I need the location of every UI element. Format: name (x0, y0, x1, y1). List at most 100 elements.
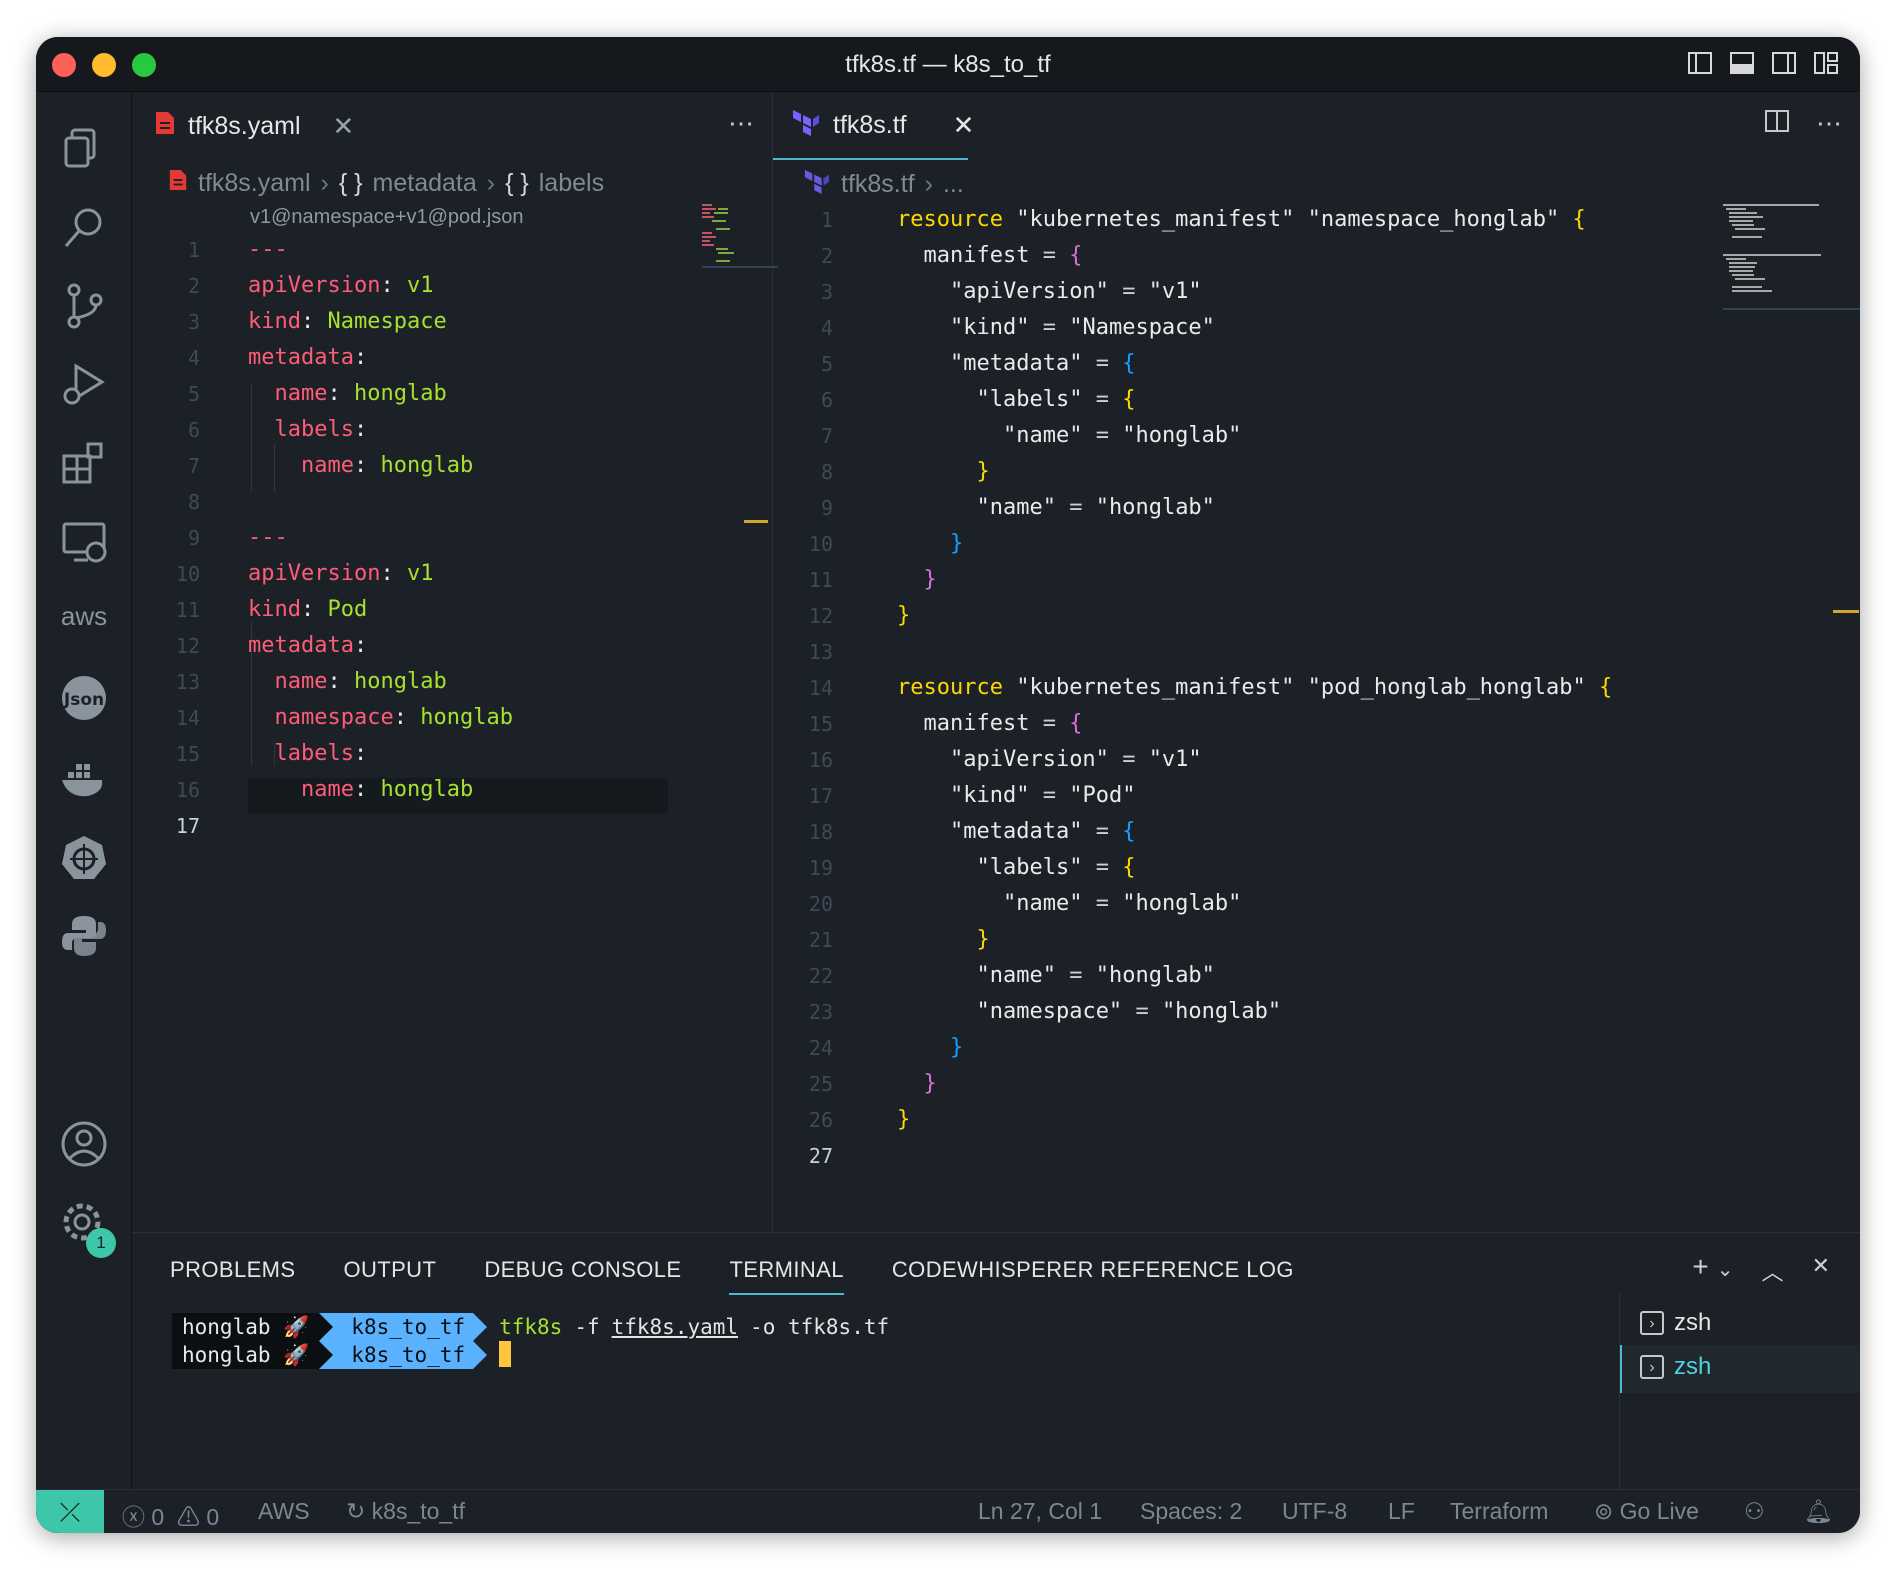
python-icon[interactable] (58, 910, 110, 962)
code-line: "metadata" = { (949, 351, 1136, 376)
code-line: namespace: honglab (274, 705, 513, 730)
chevron-down-icon[interactable]: ⌄ (1717, 1257, 1734, 1287)
kubernetes-icon[interactable] (58, 832, 110, 884)
accounts-feedback-icon[interactable]: ⚇ (1744, 1498, 1765, 1525)
command-file: tfk8s.yaml (611, 1315, 739, 1339)
tab-tfk8s-yaml[interactable]: tfk8s.yaml ✕ (136, 92, 372, 160)
breadcrumb-labels[interactable]: labels (539, 169, 604, 198)
breadcrumb-file[interactable]: tfk8s.tf (841, 170, 915, 199)
code-line: } (923, 567, 937, 592)
branch-status[interactable]: ↻ k8s_to_tf (346, 1498, 465, 1525)
terminal-name: zsh (1674, 1353, 1712, 1380)
code-line: } (923, 1071, 937, 1096)
tab-problems[interactable]: PROBLEMS (170, 1247, 295, 1295)
code-line: } (897, 1107, 911, 1132)
tab-tfk8s-tf[interactable]: tfk8s.tf ✕ (773, 92, 974, 160)
right-tab-bar: tfk8s.tf ✕ ⋯ (773, 92, 1860, 160)
tab-label: tfk8s.tf (833, 110, 907, 139)
line-number: 10 (175, 562, 200, 586)
code-line: } (976, 459, 990, 484)
yaml-file-icon (154, 110, 176, 143)
code-line: resource "kubernetes_manifest" "namespac… (897, 207, 1586, 232)
code-line: manifest = { (923, 711, 1083, 736)
new-terminal-plus-icon[interactable]: + (1692, 1251, 1708, 1287)
indentation-status[interactable]: Spaces: 2 (1140, 1498, 1242, 1525)
close-tab-icon[interactable]: ✕ (333, 111, 355, 142)
more-actions-icon[interactable]: ⋯ (728, 108, 754, 139)
search-icon[interactable] (58, 202, 110, 254)
code-line: "metadata" = { (949, 819, 1136, 844)
split-editor-icon[interactable] (1764, 108, 1790, 141)
code-line: name: honglab (274, 669, 447, 694)
go-live-label: Go Live (1619, 1498, 1699, 1524)
toggle-primary-sidebar-icon[interactable] (1686, 49, 1714, 77)
json-icon[interactable]: Json (58, 672, 110, 724)
toggle-panel-icon[interactable] (1728, 49, 1756, 77)
code-line: kind: Namespace (248, 309, 447, 334)
remote-indicator-icon[interactable]: ⤫ (36, 1490, 104, 1533)
minimap[interactable] (1723, 202, 1860, 312)
breadcrumb: tfk8s.tf › ... (803, 168, 964, 201)
code-line: "labels" = { (976, 855, 1136, 880)
command-flag: -f (574, 1315, 600, 1339)
right-editor-group: tfk8s.tf ✕ ⋯ tfk8s.tf › ... 1 2 3 4 5 6 7 8 9 10 1… (773, 92, 1860, 1270)
tab-codewhisperer-reference-log[interactable]: CODEWHISPERER REFERENCE LOG (892, 1247, 1294, 1295)
more-actions-icon[interactable]: ⋯ (1816, 108, 1842, 141)
activity-bar: aws Json 1 (36, 92, 132, 1489)
tab-output[interactable]: OUTPUT (343, 1247, 436, 1295)
terraform-file-icon (791, 108, 821, 143)
line-number: 4 (820, 316, 833, 340)
maximize-panel-chevron-up-icon[interactable]: ︿ (1762, 1255, 1784, 1287)
line-number: 13 (175, 670, 200, 694)
tab-debug-console[interactable]: DEBUG CONSOLE (484, 1247, 681, 1295)
code-line: labels: (274, 741, 368, 766)
error-count: 0 (151, 1504, 165, 1530)
line-number: 8 (187, 490, 200, 514)
command-name: tfk8s (499, 1315, 563, 1339)
panel-actions: + ⌄ ︿ ✕ (1692, 1251, 1830, 1287)
source-control-icon[interactable] (58, 280, 110, 332)
line-number: 1 (820, 208, 833, 232)
breadcrumb-file[interactable]: tfk8s.yaml (198, 169, 311, 198)
line-number: 24 (808, 1036, 833, 1060)
close-tab-icon[interactable]: ✕ (953, 110, 975, 141)
prompt-dir: k8s_to_tf (333, 1313, 474, 1341)
terminal-output[interactable]: honglab 🚀 k8s_to_tf tfk8s -f tfk8s.yaml … (172, 1313, 889, 1369)
cursor-position[interactable]: Ln 27, Col 1 (978, 1498, 1102, 1525)
line-number: 3 (820, 280, 833, 304)
encoding-status[interactable]: UTF-8 (1282, 1498, 1347, 1525)
line-number: 25 (808, 1072, 833, 1096)
terminal-item-zsh[interactable]: › zsh (1640, 1309, 1711, 1337)
customize-layout-icon[interactable] (1812, 49, 1840, 77)
aws-icon[interactable]: aws (58, 594, 110, 646)
line-number: 14 (808, 676, 833, 700)
chevron-right-icon: › (486, 169, 496, 197)
eol-status[interactable]: LF (1388, 1498, 1415, 1525)
terminal-item-zsh-active[interactable]: › zsh (1640, 1353, 1711, 1381)
line-number: 6 (820, 388, 833, 412)
warning-count: 0 (206, 1504, 220, 1530)
extensions-icon[interactable] (58, 438, 110, 490)
run-debug-icon[interactable] (58, 358, 110, 410)
tab-terminal[interactable]: TERMINAL (729, 1247, 844, 1295)
language-mode[interactable]: Terraform (1450, 1498, 1548, 1525)
overview-ruler-marker (1833, 610, 1859, 613)
notifications-bell-icon[interactable]: 🔔︎ (1804, 1498, 1833, 1525)
error-icon: ⓧ (122, 1504, 145, 1530)
go-live-button[interactable]: ⊚ Go Live (1594, 1498, 1699, 1525)
title-bar: tfk8s.tf — k8s_to_tf (36, 37, 1860, 92)
remote-explorer-icon[interactable] (58, 516, 110, 568)
close-panel-icon[interactable]: ✕ (1812, 1253, 1830, 1287)
docker-icon[interactable] (58, 752, 110, 804)
code-line: --- (248, 237, 288, 262)
problems-status[interactable]: ⓧ 0 ⚠ 0 (122, 1498, 219, 1532)
aws-label: aws (60, 601, 108, 631)
aws-status[interactable]: AWS (258, 1498, 310, 1525)
code-line: "kind" = "Namespace" (949, 315, 1215, 340)
toggle-secondary-sidebar-icon[interactable] (1770, 49, 1798, 77)
code-line: name: honglab (274, 381, 447, 406)
accounts-icon[interactable] (58, 1118, 110, 1170)
explorer-icon[interactable] (58, 122, 110, 174)
breadcrumb-ellipsis[interactable]: ... (943, 170, 964, 199)
breadcrumb-metadata[interactable]: metadata (373, 169, 477, 198)
